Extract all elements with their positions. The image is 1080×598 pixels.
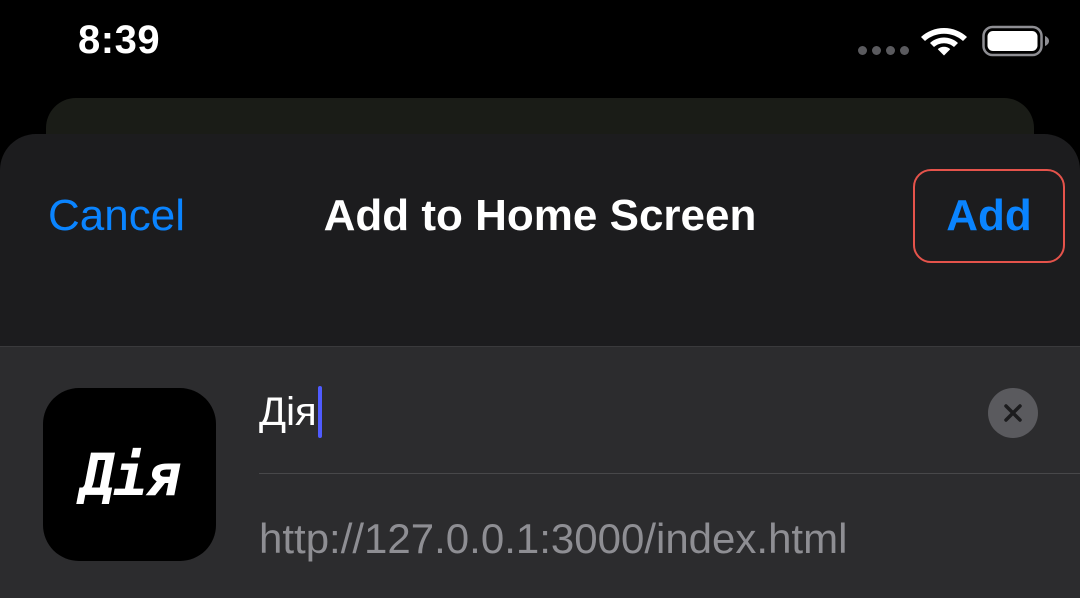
text-caret [317, 386, 322, 438]
name-input[interactable]: Дія [259, 386, 322, 438]
field-divider [259, 473, 1080, 474]
clear-text-button[interactable] [988, 388, 1038, 438]
add-button[interactable]: Add [913, 169, 1065, 263]
screen: 8:39 Cancel Add to Home Screen Add Дія Д… [0, 0, 1080, 598]
add-button-label: Add [946, 191, 1032, 240]
signal-dots-icon [858, 46, 910, 56]
app-icon: Дія [43, 388, 216, 561]
clear-x-icon [1004, 404, 1022, 422]
app-icon-label: Дія [80, 440, 181, 509]
battery-icon [982, 25, 1049, 57]
name-input-value: Дія [259, 390, 317, 434]
wifi-icon [921, 28, 967, 56]
url-label: http://127.0.0.1:3000/index.html [259, 515, 848, 562]
status-time: 8:39 [78, 18, 161, 62]
